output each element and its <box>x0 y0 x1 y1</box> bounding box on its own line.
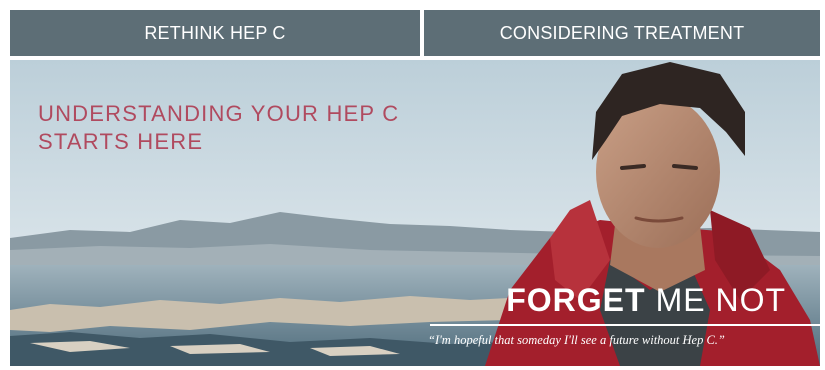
tab-rethink-hep-c[interactable]: RETHINK HEP C <box>10 10 420 56</box>
brand-logo-light: ME NOT <box>655 282 786 318</box>
hero-banner: UNDERSTANDING YOUR HEP C STARTS HERE FOR… <box>10 60 820 366</box>
hero-headline: UNDERSTANDING YOUR HEP C STARTS HERE <box>38 100 399 156</box>
headline-line-2: STARTS HERE <box>38 129 204 154</box>
testimonial-quote: “I'm hopeful that someday I'll see a fut… <box>428 333 725 347</box>
brand-logo: FORGET ME NOT <box>506 282 786 319</box>
tab-considering-treatment[interactable]: CONSIDERING TREATMENT <box>424 10 820 56</box>
top-navigation: RETHINK HEP C CONSIDERING TREATMENT <box>10 10 820 56</box>
headline-line-1: UNDERSTANDING YOUR HEP C <box>38 101 400 126</box>
brand-divider <box>430 324 820 326</box>
brand-logo-bold: FORGET <box>506 282 646 318</box>
